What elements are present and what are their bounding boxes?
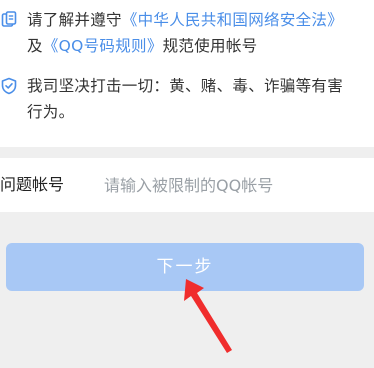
qq-account-input[interactable]: [104, 170, 364, 200]
policy-notice-text: 我司坚决打击一切：黄、赌、毒、诈骗等有害 行为。: [27, 74, 372, 126]
policy-line-2: 行为。: [27, 103, 75, 121]
document-icon: [1, 11, 17, 27]
rules-suffix: 规范使用帐号: [162, 37, 258, 55]
rules-notice-text: 请了解并遵守《中华人民共和国网络安全法》 及《QQ号码规则》规范使用帐号: [27, 8, 372, 60]
notice-panel: 请了解并遵守《中华人民共和国网络安全法》 及《QQ号码规则》规范使用帐号 我司坚…: [0, 0, 374, 147]
rules-and: 及: [27, 37, 43, 55]
rules-line-1: 请了解并遵守《中华人民共和国网络安全法》: [27, 8, 372, 34]
problem-account-row: 问题帐号: [0, 158, 374, 212]
rules-line-2: 及《QQ号码规则》规范使用帐号: [27, 34, 372, 60]
problem-account-label: 问题帐号: [0, 175, 65, 194]
next-step-button[interactable]: 下一步: [6, 243, 364, 291]
qq-number-rules-link[interactable]: 《QQ号码规则》: [43, 37, 163, 55]
shield-icon: [1, 77, 17, 95]
policy-line-1: 我司坚决打击一切：黄、赌、毒、诈骗等有害: [27, 77, 344, 95]
cybersecurity-law-link[interactable]: 《中华人民共和国网络安全法》: [122, 11, 343, 29]
rules-prefix: 请了解并遵守: [27, 11, 122, 29]
